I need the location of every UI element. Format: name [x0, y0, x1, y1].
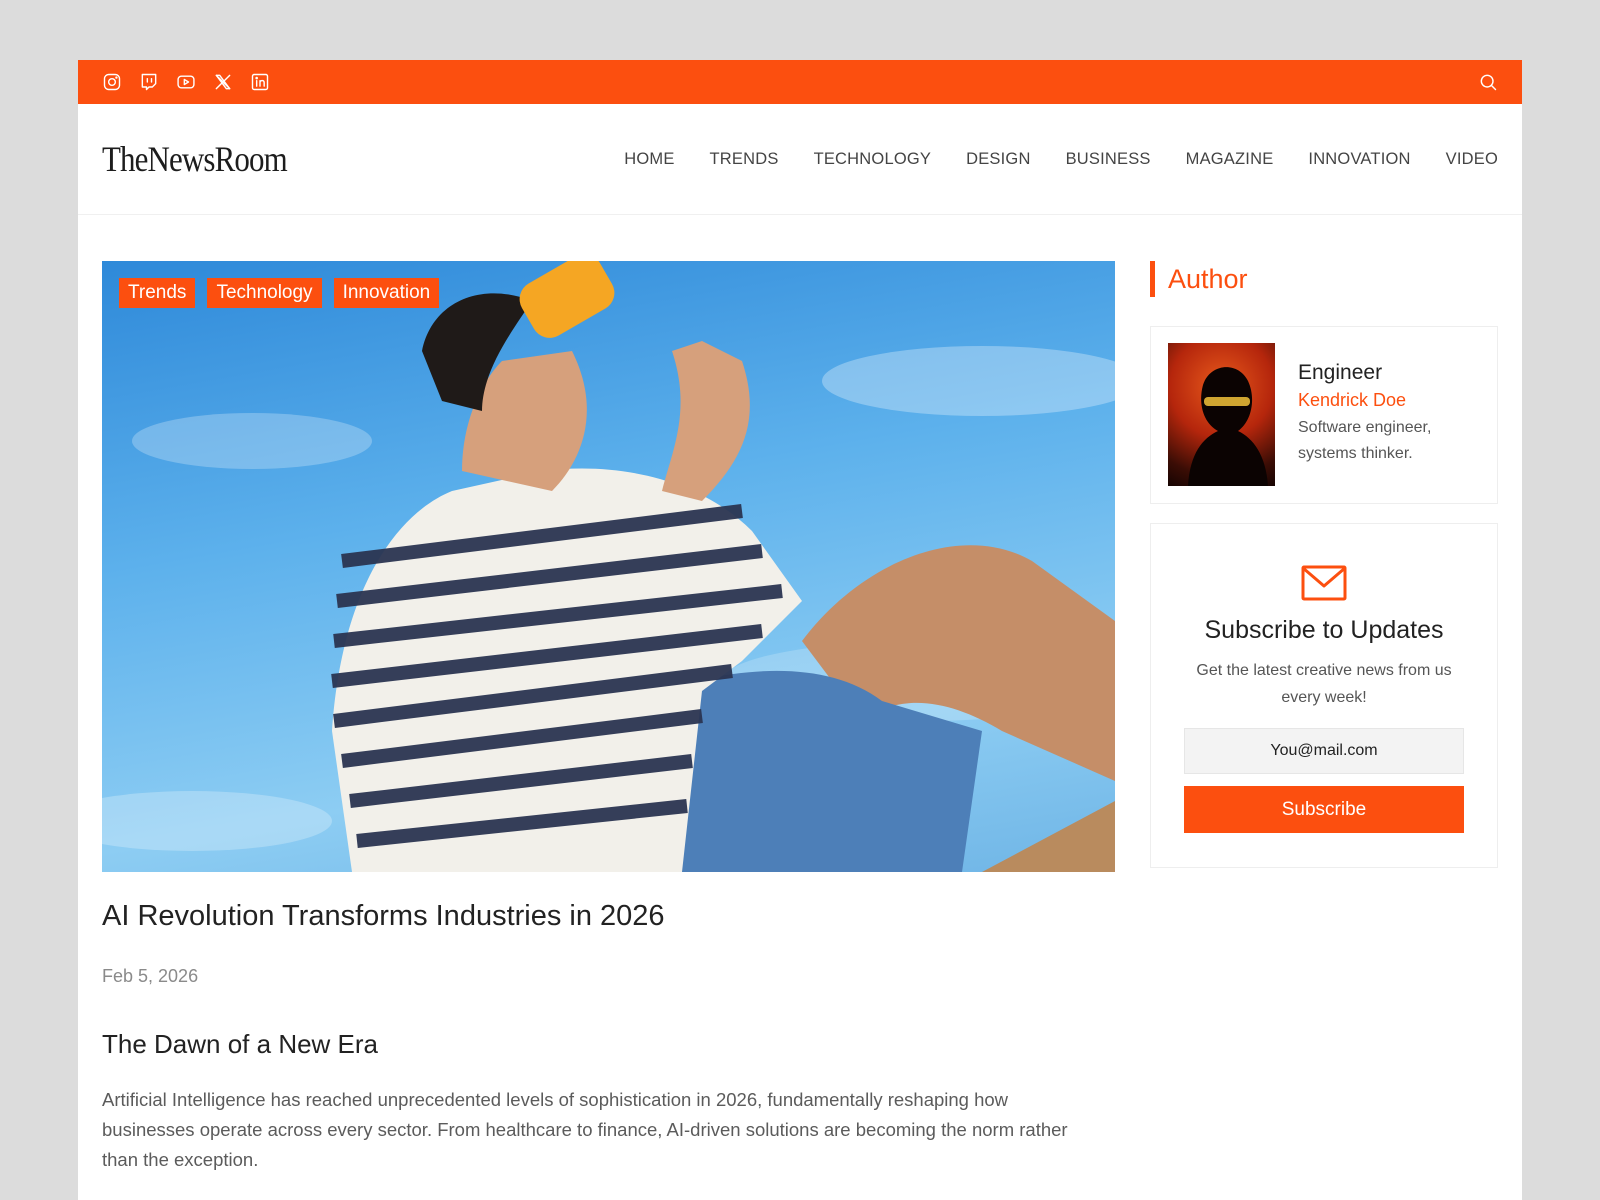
nav-home[interactable]: HOME	[624, 150, 674, 169]
twitch-icon[interactable]	[139, 72, 159, 92]
author-role: Engineer	[1298, 361, 1383, 384]
nav-design[interactable]: DESIGN	[966, 150, 1030, 169]
article-title: AI Revolution Transforms Industries in 2…	[102, 900, 665, 932]
site-header: TheNewsRoom HOME TRENDS TECHNOLOGY DESIG…	[78, 104, 1522, 215]
nav-magazine[interactable]: MAGAZINE	[1186, 150, 1274, 169]
sidebar: Author Engineer Kendrick Doe Software en…	[1150, 261, 1498, 868]
nav-video[interactable]: VIDEO	[1446, 150, 1498, 169]
youtube-icon[interactable]	[176, 72, 196, 92]
top-bar	[78, 60, 1522, 104]
linkedin-icon[interactable]	[250, 72, 270, 92]
article: Trends Technology Innovation AI Revoluti…	[102, 261, 1115, 1175]
article-subheading: The Dawn of a New Era	[102, 1029, 379, 1059]
sidebar-heading: Author	[1150, 261, 1498, 297]
social-links	[102, 72, 270, 92]
author-bio: Software engineer, systems thinker.	[1298, 419, 1432, 462]
nav-business[interactable]: BUSINESS	[1066, 150, 1151, 169]
instagram-icon[interactable]	[102, 72, 122, 92]
email-field[interactable]	[1184, 728, 1464, 774]
nav-innovation[interactable]: INNOVATION	[1308, 150, 1410, 169]
hero-image: Trends Technology Innovation	[102, 261, 1115, 872]
avatar	[1168, 343, 1275, 486]
main-nav: HOME TRENDS TECHNOLOGY DESIGN BUSINESS M…	[624, 150, 1498, 169]
tag-innovation[interactable]: Innovation	[333, 278, 440, 308]
site-logo[interactable]: TheNewsRoom	[102, 138, 288, 180]
search-icon[interactable]	[1478, 72, 1498, 92]
mail-icon	[1301, 565, 1347, 601]
author-name[interactable]: Kendrick Doe	[1298, 390, 1458, 411]
author-info: Engineer Kendrick Doe Software engineer,…	[1275, 343, 1458, 487]
subscribe-button[interactable]: Subscribe	[1184, 786, 1464, 833]
article-tags: Trends Technology Innovation	[119, 278, 440, 308]
nav-technology[interactable]: TECHNOLOGY	[814, 150, 932, 169]
hero-illustration	[102, 261, 1115, 872]
tag-trends[interactable]: Trends	[119, 278, 196, 308]
subscribe-card: Subscribe to Updates Get the latest crea…	[1150, 523, 1498, 868]
subscribe-title: Subscribe to Updates	[1204, 616, 1444, 644]
subscribe-description: Get the latest creative news from us eve…	[1196, 662, 1452, 706]
x-icon[interactable]	[213, 72, 233, 92]
article-body: Artificial Intelligence has reached unpr…	[102, 1089, 1068, 1170]
page-frame: TheNewsRoom HOME TRENDS TECHNOLOGY DESIG…	[78, 60, 1522, 1200]
nav-trends[interactable]: TRENDS	[710, 150, 779, 169]
author-card: Engineer Kendrick Doe Software engineer,…	[1150, 326, 1498, 504]
tag-technology[interactable]: Technology	[207, 278, 322, 308]
article-date: Feb 5, 2026	[102, 966, 199, 986]
